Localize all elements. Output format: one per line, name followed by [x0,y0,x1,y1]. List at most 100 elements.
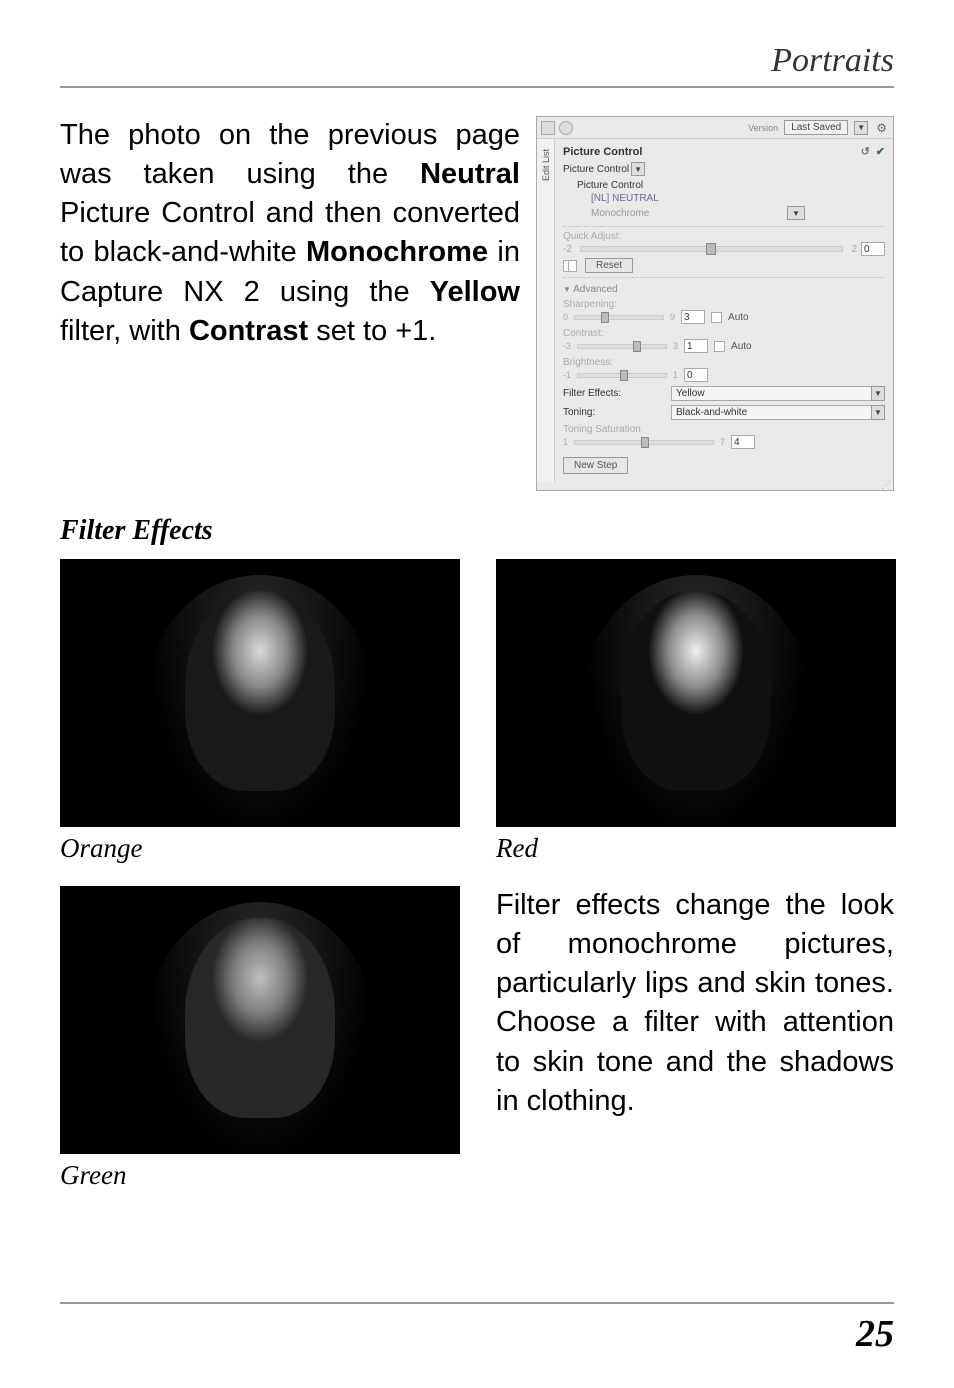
sharpening-input[interactable] [681,310,705,324]
toning-sat-min: 1 [563,437,568,447]
panel-sun-icon[interactable] [559,121,573,135]
panel-main: Picture Control ↺ ✔ Picture Control ▼ Pi… [555,139,893,482]
sharpening-auto-checkbox[interactable] [711,312,722,323]
version-label: Version [748,123,778,133]
toning-sat-input[interactable] [731,435,755,449]
mode-dropdown-icon[interactable]: ▼ [787,206,805,220]
intro-b7: Contrast [189,315,308,347]
reset-row: Reset [563,258,885,273]
intro-b1: Neutral [420,158,520,190]
separator-2 [563,277,885,278]
undo-icon[interactable]: ↺ [861,145,870,158]
gear-icon[interactable]: ⚙ [876,121,887,135]
intro-t8: set to +1. [308,315,436,347]
side-tab[interactable]: Edit List [537,139,555,482]
orange-col: Orange [60,559,460,864]
mode-label: Monochrome [591,208,649,219]
panel-body: Edit List Picture Control ↺ ✔ Picture Co… [537,139,893,482]
mode-row: Monochrome ▼ [591,206,885,220]
filter-effects-label: Filter Effects: [563,388,663,399]
orange-caption: Orange [60,833,460,864]
brightness-input[interactable] [684,368,708,382]
toning-select[interactable]: Black-and-white ▼ [671,405,885,420]
green-photo [60,886,460,1154]
intro-b3: Monochrome [306,236,488,268]
panel-title: Picture Control [563,146,642,158]
toning-sat-max: 7 [720,437,725,447]
top-row: The photo on the previous page was taken… [60,116,894,491]
sharpening-auto-label: Auto [728,312,749,323]
filter-effects-description: Filter effects change the look of monoch… [496,886,894,1191]
contrast-param: Contrast: -3 3 Auto [563,328,885,353]
contrast-input[interactable] [684,339,708,353]
sharpening-slider[interactable] [574,315,664,320]
intro-paragraph: The photo on the previous page was taken… [60,116,520,491]
sharpening-max: 9 [670,312,675,322]
toning-sat-slider[interactable] [574,440,714,445]
separator-1 [563,226,885,227]
intro-b5: Yellow [430,276,520,308]
chevron-down-icon[interactable]: ▼ [631,162,645,176]
photo-row-1: Orange Red [60,559,894,864]
panel-title-icons: ↺ ✔ [861,145,885,158]
quick-adjust-input[interactable] [861,242,885,256]
contrast-max: 3 [673,341,678,351]
quick-adjust-row: -2 2 [563,242,885,256]
filter-effects-select[interactable]: Yellow ▼ [671,386,885,401]
toning-value: Black-and-white [671,405,871,420]
section-title: Portraits [60,42,894,80]
panel-toolbar: Version Last Saved ▼ ⚙ [537,117,893,139]
apply-icon[interactable]: ✔ [876,145,885,158]
qa-min: -2 [563,244,572,255]
footer: 25 [60,1302,894,1356]
header-rule [60,86,894,88]
brightness-min: -1 [563,370,571,380]
toning-label: Toning: [563,407,663,418]
toning-dd-icon[interactable]: ▼ [871,405,885,420]
last-saved-button[interactable]: Last Saved [784,120,848,135]
sharpening-min: 0 [563,312,568,322]
version-dropdown-icon[interactable]: ▼ [854,121,868,135]
side-tab-label: Edit List [541,149,551,181]
grid-icon[interactable] [563,260,577,272]
red-photo [496,559,896,827]
orange-photo [60,559,460,827]
resize-grip-icon[interactable]: ⋰ [537,482,893,490]
filter-effects-row: Filter Effects: Yellow ▼ [563,386,885,401]
advanced-label[interactable]: Advanced [563,284,885,295]
panel-collapse-icon[interactable] [541,121,555,135]
contrast-min: -3 [563,341,571,351]
toning-row: Toning: Black-and-white ▼ [563,405,885,420]
filter-effects-heading: Filter Effects [60,515,894,547]
red-caption: Red [496,833,896,864]
footer-rule [60,1302,894,1304]
green-caption: Green [60,1160,460,1191]
filter-effects-value: Yellow [671,386,871,401]
toning-sat-label: Toning Saturation [563,424,885,435]
new-step-button[interactable]: New Step [563,457,628,474]
quick-adjust-label: Quick Adjust: [563,231,885,242]
toning-saturation-param: Toning Saturation 1 7 [563,424,885,449]
brightness-param: Brightness: -1 1 [563,357,885,382]
filter-effects-dd-icon[interactable]: ▼ [871,386,885,401]
brightness-label: Brightness: [563,357,885,368]
quick-adjust-slider[interactable] [580,246,844,252]
qa-max: 2 [851,244,857,255]
picture-control-dd-label: Picture Control [563,164,629,175]
contrast-slider[interactable] [577,344,667,349]
preset-name: [NL] NEUTRAL [591,193,885,204]
sharpening-label: Sharpening: [563,299,885,310]
picture-control-panel: Version Last Saved ▼ ⚙ Edit List Picture… [536,116,894,491]
contrast-auto-checkbox[interactable] [714,341,725,352]
green-col: Green [60,886,460,1191]
intro-t6: filter, with [60,315,189,347]
red-col: Red [496,559,896,864]
panel-subtitle: Picture Control [577,180,885,191]
brightness-max: 1 [673,370,678,380]
brightness-slider[interactable] [577,373,667,378]
contrast-label: Contrast: [563,328,885,339]
picture-control-dropdown[interactable]: Picture Control ▼ [563,162,885,176]
photo-row-2: Green Filter effects change the look of … [60,886,894,1191]
panel-title-row: Picture Control ↺ ✔ [563,145,885,158]
reset-button[interactable]: Reset [585,258,633,273]
